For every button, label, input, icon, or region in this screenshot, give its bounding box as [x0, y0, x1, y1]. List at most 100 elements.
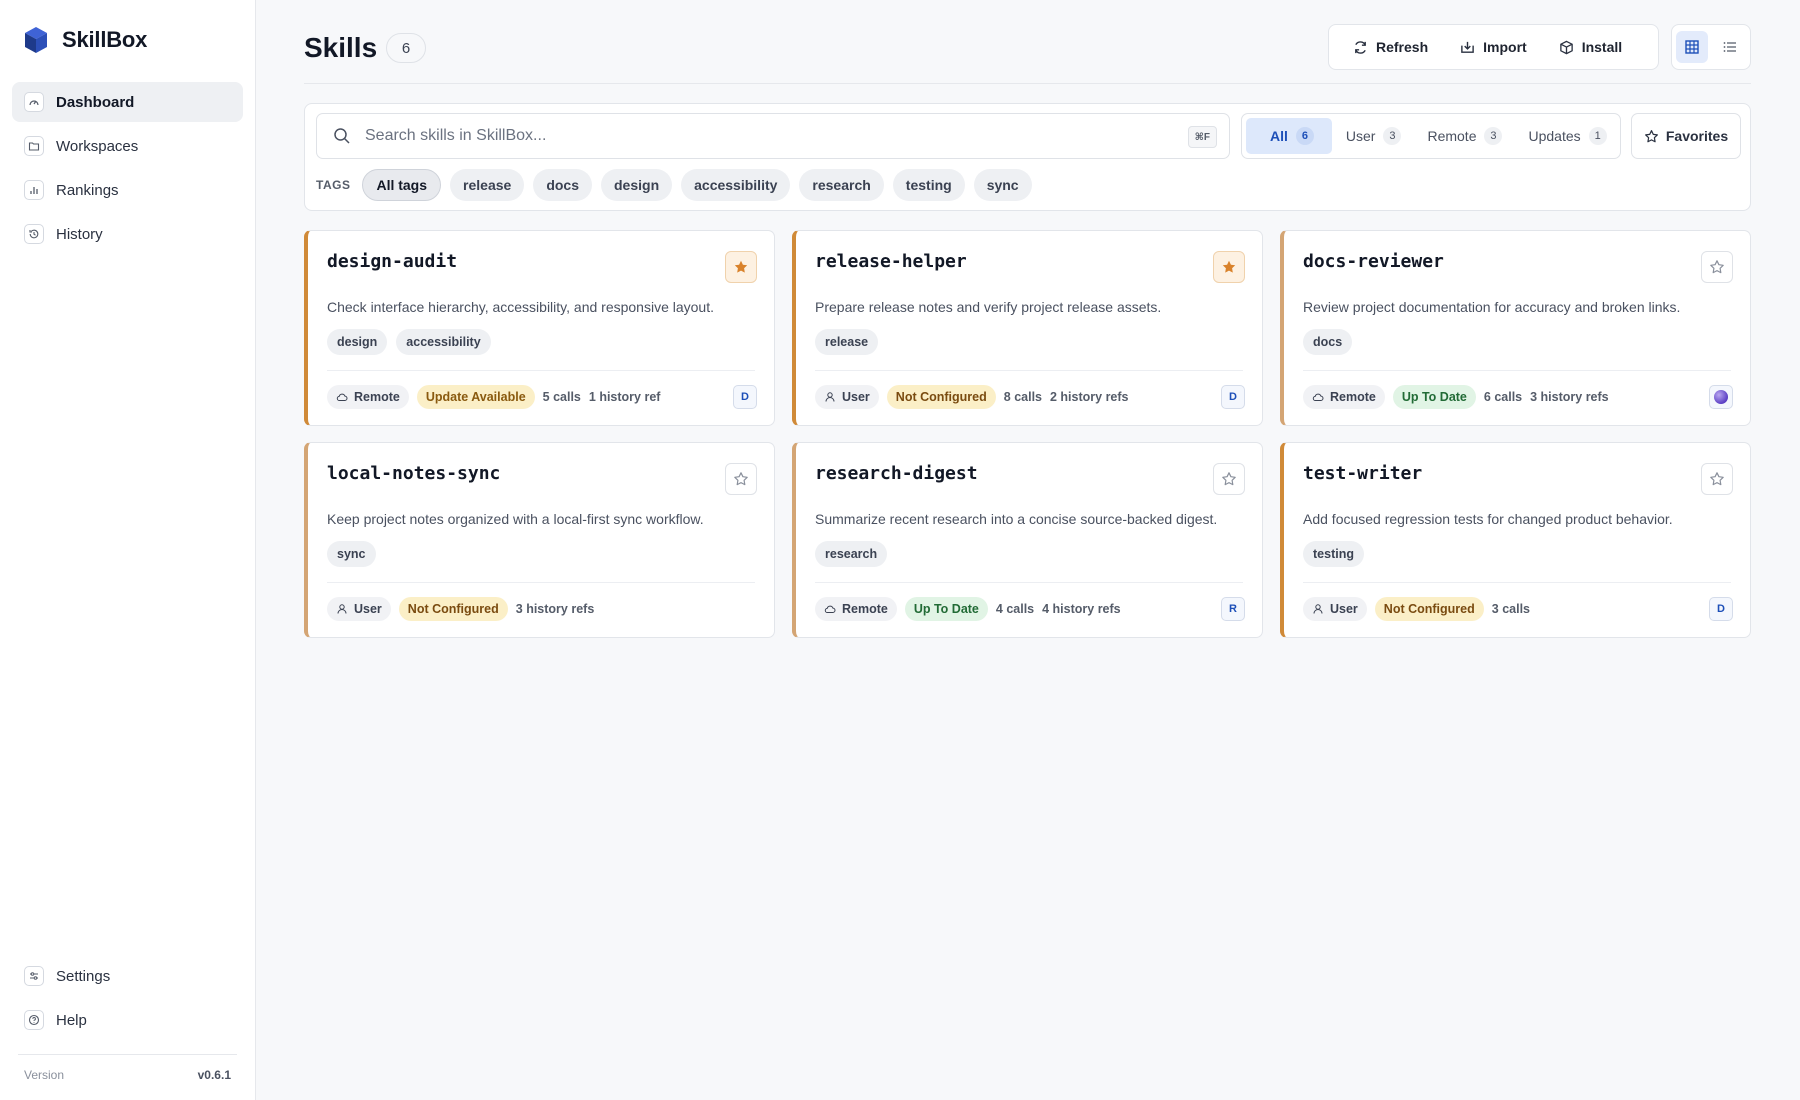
- list-icon: [1723, 42, 1736, 52]
- tag-chip-docs[interactable]: docs: [533, 169, 592, 201]
- source-label: User: [842, 390, 870, 404]
- version-value: v0.6.1: [197, 1068, 231, 1082]
- favorite-toggle-button[interactable]: [725, 463, 757, 495]
- tab-all[interactable]: All 6: [1246, 118, 1332, 154]
- skill-name: research-digest: [815, 463, 978, 484]
- skill-meta: Remote Up To Date 4 calls 4 history refs…: [815, 596, 1245, 622]
- card-divider: [1303, 582, 1731, 583]
- star-outline-icon: [1710, 472, 1724, 486]
- sidebar-item-settings[interactable]: Settings: [12, 956, 243, 996]
- sidebar-item-label: History: [56, 225, 103, 243]
- skill-card[interactable]: local-notes-sync Keep project notes orga…: [304, 442, 775, 638]
- calls-count: 4 calls: [995, 602, 1035, 616]
- history-refs: 3 history refs: [515, 602, 595, 616]
- tab-remote[interactable]: Remote 3: [1415, 118, 1514, 154]
- agent-badge: D: [1709, 597, 1733, 621]
- favorite-toggle-button[interactable]: [725, 251, 757, 283]
- version-info: Version v0.6.1: [24, 1068, 231, 1082]
- favorite-toggle-button[interactable]: [1213, 251, 1245, 283]
- sidebar-item-dashboard[interactable]: Dashboard: [12, 82, 243, 122]
- sidebar-item-help[interactable]: Help: [12, 1000, 243, 1040]
- skill-tag[interactable]: design: [327, 329, 388, 355]
- sidebar: SkillBox Dashboard Workspaces Rankings H…: [0, 0, 256, 1100]
- star-filled-icon: [1222, 260, 1236, 273]
- tag-chip-sync[interactable]: sync: [973, 169, 1032, 201]
- history-refs: 1 history ref: [588, 390, 661, 404]
- skill-tag[interactable]: research: [815, 541, 888, 567]
- skill-description: Summarize recent research into a concise…: [815, 511, 1218, 527]
- star-outline-icon: [1222, 472, 1236, 486]
- source-badge: User: [815, 385, 879, 409]
- brand[interactable]: SkillBox: [24, 26, 147, 54]
- source-label: Remote: [354, 390, 400, 404]
- folder-icon: [24, 136, 44, 156]
- sidebar-divider: [18, 1054, 237, 1055]
- tag-chip-all[interactable]: All tags: [362, 169, 442, 201]
- status-badge: Not Configured: [886, 385, 996, 409]
- favorite-toggle-button[interactable]: [1701, 251, 1733, 283]
- skill-tag[interactable]: release: [815, 329, 879, 355]
- list-view-button[interactable]: [1714, 31, 1746, 63]
- agent-badge: R: [1221, 597, 1245, 621]
- import-button[interactable]: Import: [1446, 30, 1541, 64]
- tab-label: Remote: [1427, 128, 1477, 144]
- skill-tag[interactable]: docs: [1303, 329, 1353, 355]
- status-badge: Not Configured: [1374, 597, 1484, 621]
- favorites-button[interactable]: Favorites: [1631, 113, 1741, 159]
- page-header: Skills 6 Refresh Import Install: [304, 24, 1751, 84]
- favorite-toggle-button[interactable]: [1701, 463, 1733, 495]
- sidebar-item-history[interactable]: History: [12, 214, 243, 254]
- skill-card[interactable]: design-audit Check interface hierarchy, …: [304, 230, 775, 426]
- refresh-button[interactable]: Refresh: [1339, 30, 1442, 64]
- grid-icon: [1685, 40, 1699, 54]
- agent-badge: D: [733, 385, 757, 409]
- agent-badge: D: [1221, 385, 1245, 409]
- skill-card[interactable]: research-digest Summarize recent researc…: [792, 442, 1263, 638]
- skill-tag[interactable]: sync: [327, 541, 376, 567]
- status-badge: Update Available: [416, 385, 535, 409]
- tag-chip-testing[interactable]: testing: [892, 169, 965, 201]
- tag-chip-accessibility[interactable]: accessibility: [681, 169, 791, 201]
- skill-tag[interactable]: accessibility: [396, 329, 491, 355]
- card-divider: [1303, 370, 1731, 371]
- calls-count: 3 calls: [1491, 602, 1530, 616]
- cloud-icon: [336, 393, 348, 401]
- favorite-toggle-button[interactable]: [1213, 463, 1245, 495]
- source-label: User: [1330, 602, 1358, 616]
- refresh-icon: [1355, 40, 1366, 54]
- cloud-icon: [1312, 393, 1324, 401]
- user-icon: [825, 392, 835, 402]
- source-badge: User: [1303, 597, 1367, 621]
- tag-chip-research[interactable]: research: [799, 169, 884, 201]
- skill-description: Keep project notes organized with a loca…: [327, 511, 704, 527]
- tag-chip-release[interactable]: release: [450, 169, 525, 201]
- install-button[interactable]: Install: [1545, 30, 1636, 64]
- history-refs: 3 history refs: [1530, 390, 1609, 404]
- sidebar-item-workspaces[interactable]: Workspaces: [12, 126, 243, 166]
- skill-meta: User Not Configured 8 calls 2 history re…: [815, 384, 1245, 410]
- skill-card[interactable]: test-writer Add focused regression tests…: [1280, 442, 1751, 638]
- card-divider: [327, 370, 755, 371]
- skill-tag[interactable]: testing: [1303, 541, 1364, 567]
- app-name: SkillBox: [62, 27, 148, 52]
- skill-card[interactable]: docs-reviewer Review project documentati…: [1280, 230, 1751, 426]
- skill-description: Check interface hierarchy, accessibility…: [327, 299, 714, 315]
- history-icon: [24, 224, 44, 244]
- search-input[interactable]: [365, 121, 1145, 151]
- star-filled-icon: [734, 260, 748, 273]
- agent-orb-icon: [1714, 390, 1728, 404]
- scope-tabs: All 6 User 3 Remote 3 Updates 1: [1241, 113, 1621, 159]
- skill-meta: Remote Up To Date 6 calls 3 history refs: [1303, 384, 1733, 410]
- tag-chip-design[interactable]: design: [601, 169, 673, 201]
- status-badge: Up To Date: [904, 597, 988, 621]
- sidebar-item-rankings[interactable]: Rankings: [12, 170, 243, 210]
- skill-description: Review project documentation for accurac…: [1303, 299, 1681, 315]
- skill-tags: release: [815, 329, 879, 355]
- tab-user[interactable]: User 3: [1334, 118, 1414, 154]
- skill-description: Add focused regression tests for changed…: [1303, 511, 1673, 527]
- skill-card[interactable]: release-helper Prepare release notes and…: [792, 230, 1263, 426]
- grid-view-button[interactable]: [1676, 31, 1708, 63]
- tab-updates[interactable]: Updates 1: [1516, 118, 1618, 154]
- source-label: User: [354, 602, 382, 616]
- secondary-nav: Settings Help: [12, 956, 243, 1044]
